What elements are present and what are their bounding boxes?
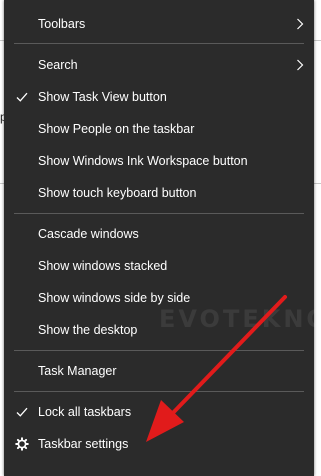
menu-item-show-the-desktop[interactable]: Show the desktop xyxy=(4,314,314,346)
chevron-right-icon xyxy=(297,18,304,30)
menu-item-label: Cascade windows xyxy=(38,227,139,241)
menu-item-label: Search xyxy=(38,58,78,72)
menu-item-taskbar-settings[interactable]: Taskbar settings xyxy=(4,428,314,460)
menu-separator xyxy=(14,391,304,392)
menu-item-label: Lock all taskbars xyxy=(38,405,132,419)
menu-item-label: Show Task View button xyxy=(38,90,167,104)
chevron-right-icon xyxy=(297,59,304,71)
taskbar-context-menu: Toolbars Search Show Task View button Sh… xyxy=(4,0,321,476)
menu-item-cascade-windows[interactable]: Cascade windows xyxy=(4,218,314,250)
menu-item-show-windows-side-by-side[interactable]: Show windows side by side xyxy=(4,282,314,314)
gear-icon xyxy=(15,437,29,451)
menu-item-show-windows-ink-workspace-button[interactable]: Show Windows Ink Workspace button xyxy=(4,145,314,177)
menu-item-label: Show touch keyboard button xyxy=(38,186,197,200)
menu-item-label: Taskbar settings xyxy=(38,437,129,451)
menu-item-search[interactable]: Search xyxy=(4,49,314,81)
menu-item-show-touch-keyboard-button[interactable]: Show touch keyboard button xyxy=(4,177,314,209)
checkmark-icon xyxy=(16,92,28,102)
menu-item-lock-all-taskbars[interactable]: Lock all taskbars xyxy=(4,396,314,428)
menu-item-label: Toolbars xyxy=(38,17,86,31)
menu-item-label: Show the desktop xyxy=(38,323,138,337)
checkmark-icon xyxy=(16,407,28,417)
menu-item-label: Show windows side by side xyxy=(38,291,191,305)
menu-separator xyxy=(14,213,304,214)
menu-item-toolbars[interactable]: Toolbars xyxy=(4,8,314,40)
menu-item-label: Task Manager xyxy=(38,364,117,378)
menu-item-show-people-on-taskbar[interactable]: Show People on the taskbar xyxy=(4,113,314,145)
menu-item-task-manager[interactable]: Task Manager xyxy=(4,355,314,387)
menu-item-show-windows-stacked[interactable]: Show windows stacked xyxy=(4,250,314,282)
menu-separator xyxy=(14,350,304,351)
menu-item-label: Show Windows Ink Workspace button xyxy=(38,154,248,168)
menu-item-label: Show People on the taskbar xyxy=(38,122,195,136)
menu-separator xyxy=(14,43,304,44)
menu-item-show-task-view-button[interactable]: Show Task View button xyxy=(4,81,314,113)
menu-item-label: Show windows stacked xyxy=(38,259,168,273)
